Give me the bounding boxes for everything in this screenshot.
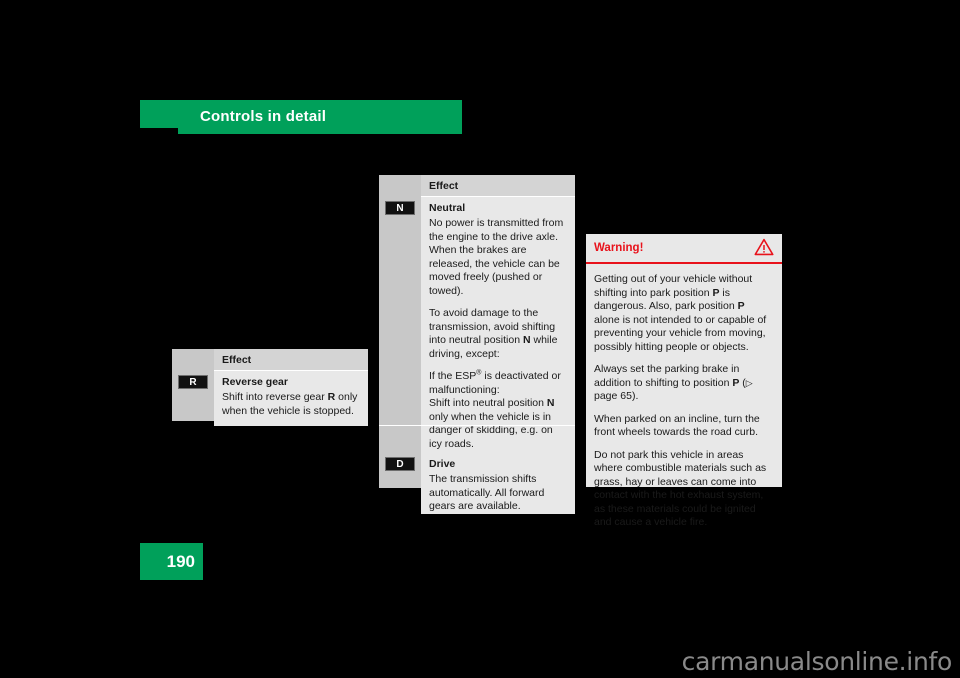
warning-paragraph: Do not park this vehicle in areas where … (594, 448, 767, 529)
warning-paragraph: Always set the parking brake in addition… (594, 363, 753, 402)
table-header-effect: Effect (214, 349, 368, 371)
gear-content-column: Effect R Reverse gear Shift into reverse… (178, 349, 368, 426)
page-title: Controls in detail (200, 108, 327, 125)
gear-badge-r-icon: R (178, 375, 208, 389)
gear-row: D Drive The transmission shifts automati… (385, 451, 575, 514)
warning-title: Warning! (594, 242, 644, 254)
warning-triangle-icon (754, 238, 774, 259)
gear-table-reverse: Effect R Reverse gear Shift into reverse… (172, 349, 368, 426)
gear-table-neutral-drive: Effect N Neutral No power is transmitted… (379, 175, 575, 514)
gear-title: Drive (429, 458, 456, 470)
warning-paragraph: Getting out of your vehicle without shif… (594, 273, 767, 353)
header-notch (140, 128, 178, 134)
warning-header: Warning! (586, 234, 782, 264)
site-watermark: carmanualsonline.info (681, 647, 953, 676)
gear-icon-column (379, 175, 421, 488)
chapter-header-band: Controls in detail (140, 100, 462, 134)
gear-row: N Neutral No power is transmitted from t… (385, 197, 575, 451)
page-ref-arrow-icon: ▷ (745, 377, 753, 388)
gear-description: Shift into reverse gear R only when the … (222, 391, 358, 417)
gear-description: The transmission shifts automatically. A… (429, 473, 545, 512)
page-number-block: 190 (140, 543, 203, 580)
gear-badge-n-icon: N (385, 201, 415, 215)
table-header-effect: Effect (421, 175, 575, 197)
warning-box: Warning! Getting out of your vehicle wit… (586, 234, 782, 528)
warning-body: Getting out of your vehicle without shif… (586, 264, 782, 530)
gear-title: Reverse gear (222, 376, 288, 388)
warning-paragraph: When parked on an incline, turn the fron… (594, 412, 760, 439)
gear-description: If the ESP® is deactivated or malfunctio… (429, 369, 561, 450)
row-divider (379, 425, 575, 426)
gear-title: Neutral (429, 202, 466, 214)
gear-description: To avoid damage to the transmission, avo… (429, 307, 558, 360)
page-number: 190 (166, 552, 195, 571)
gear-description: No power is transmitted from the engine … (429, 217, 564, 297)
gear-content-column: Effect N Neutral No power is transmitted… (379, 175, 575, 514)
gear-row: R Reverse gear Shift into reverse gear R… (178, 371, 368, 418)
gear-badge-d-icon: D (385, 457, 415, 471)
